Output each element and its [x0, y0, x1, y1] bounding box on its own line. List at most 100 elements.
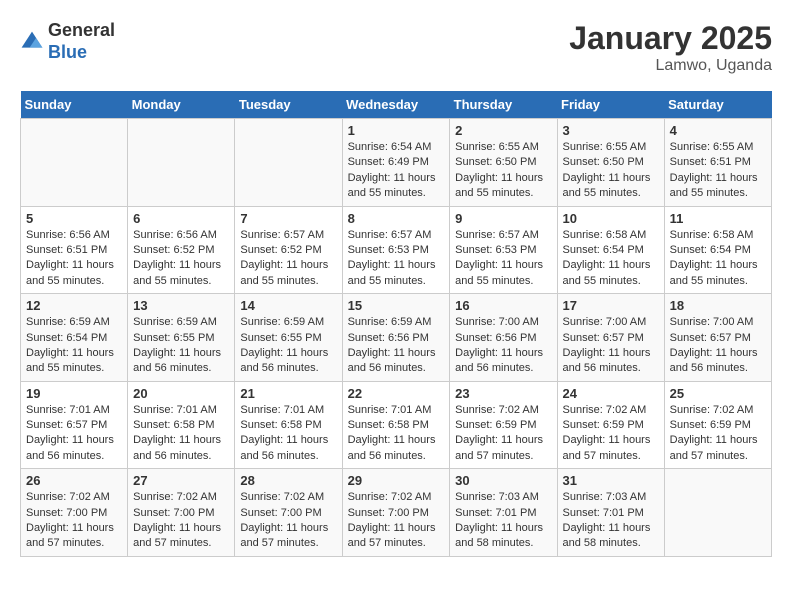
day-number: 16	[455, 298, 551, 313]
calendar-week-3: 12Sunrise: 6:59 AMSunset: 6:54 PMDayligh…	[21, 294, 772, 382]
calendar-cell: 7 Sunrise: 6:57 AMSunset: 6:52 PMDaylight…	[235, 206, 342, 294]
day-number: 4	[670, 123, 766, 138]
day-detail: Sunrise: 6:58 AMSunset: 6:54 PMDaylight:…	[670, 228, 766, 290]
calendar-cell: 9 Sunrise: 6:57 AMSunset: 6:53 PMDaylight…	[450, 206, 557, 294]
calendar-week-4: 19 Sunrise: 7:01 AMSunset: 6:57 PMDayligh…	[21, 381, 772, 469]
title-area: January 2025 Lamwo, Uganda	[569, 20, 772, 75]
day-detail: Sunrise: 7:01 AMSunset: 6:57 PMDaylight:…	[26, 403, 122, 465]
calendar-cell: 31 Sunrise: 7:03 AMSunset: 7:01 PMDayligh…	[557, 469, 664, 557]
day-detail: Sunrise: 7:00 AMSunset: 6:57 PMDaylight:…	[670, 315, 766, 377]
day-number: 10	[563, 211, 659, 226]
header-saturday: Saturday	[664, 91, 771, 119]
calendar-cell: 23 Sunrise: 7:02 AMSunset: 6:59 PMDayligh…	[450, 381, 557, 469]
day-detail: Sunrise: 7:02 AMSunset: 7:00 PMDaylight:…	[240, 490, 336, 552]
day-number: 7	[240, 211, 336, 226]
day-detail: Sunrise: 7:02 AMSunset: 7:00 PMDaylight:…	[26, 490, 122, 552]
day-number: 22	[348, 386, 445, 401]
day-number: 20	[133, 386, 229, 401]
day-number: 2	[455, 123, 551, 138]
day-number: 17	[563, 298, 659, 313]
day-detail: Sunrise: 6:55 AMSunset: 6:51 PMDaylight:…	[670, 140, 766, 202]
calendar-cell: 6 Sunrise: 6:56 AMSunset: 6:52 PMDaylight…	[128, 206, 235, 294]
day-number: 23	[455, 386, 551, 401]
day-number: 15	[348, 298, 445, 313]
calendar-cell: 5 Sunrise: 6:56 AMSunset: 6:51 PMDaylight…	[21, 206, 128, 294]
day-detail: Sunrise: 6:59 AMSunset: 6:56 PMDaylight:…	[348, 315, 445, 377]
day-detail: Sunrise: 6:57 AMSunset: 6:53 PMDaylight:…	[348, 228, 445, 290]
day-number: 11	[670, 211, 766, 226]
day-detail: Sunrise: 7:00 AMSunset: 6:56 PMDaylight:…	[455, 315, 551, 377]
calendar-cell: 29Sunrise: 7:02 AMSunset: 7:00 PMDayligh…	[342, 469, 450, 557]
header-wednesday: Wednesday	[342, 91, 450, 119]
day-number: 13	[133, 298, 229, 313]
calendar-cell: 3Sunrise: 6:55 AMSunset: 6:50 PMDaylight…	[557, 119, 664, 207]
calendar-header-row: SundayMondayTuesdayWednesdayThursdayFrid…	[21, 91, 772, 119]
calendar-cell: 13 Sunrise: 6:59 AMSunset: 6:55 PMDayligh…	[128, 294, 235, 382]
day-number: 21	[240, 386, 336, 401]
day-detail: Sunrise: 6:56 AMSunset: 6:51 PMDaylight:…	[26, 228, 122, 290]
day-number: 5	[26, 211, 122, 226]
day-detail: Sunrise: 6:57 AMSunset: 6:53 PMDaylight:…	[455, 228, 551, 290]
logo: General Blue	[20, 20, 115, 63]
header-friday: Friday	[557, 91, 664, 119]
day-number: 30	[455, 473, 551, 488]
day-number: 28	[240, 473, 336, 488]
calendar-cell: 20 Sunrise: 7:01 AMSunset: 6:58 PMDayligh…	[128, 381, 235, 469]
day-detail: Sunrise: 6:59 AMSunset: 6:55 PMDaylight:…	[240, 315, 336, 377]
calendar-cell: 27 Sunrise: 7:02 AMSunset: 7:00 PMDayligh…	[128, 469, 235, 557]
day-number: 9	[455, 211, 551, 226]
day-number: 31	[563, 473, 659, 488]
day-detail: Sunrise: 6:59 AMSunset: 6:54 PMDaylight:…	[26, 315, 122, 377]
calendar-cell: 15 Sunrise: 6:59 AMSunset: 6:56 PMDayligh…	[342, 294, 450, 382]
day-detail: Sunrise: 7:01 AMSunset: 6:58 PMDaylight:…	[348, 403, 445, 465]
header-monday: Monday	[128, 91, 235, 119]
calendar-cell	[21, 119, 128, 207]
day-number: 29	[348, 473, 445, 488]
calendar-cell: 28 Sunrise: 7:02 AMSunset: 7:00 PMDayligh…	[235, 469, 342, 557]
day-number: 6	[133, 211, 229, 226]
calendar-cell: 19 Sunrise: 7:01 AMSunset: 6:57 PMDayligh…	[21, 381, 128, 469]
day-detail: Sunrise: 7:00 AMSunset: 6:57 PMDaylight:…	[563, 315, 659, 377]
calendar-cell: 4 Sunrise: 6:55 AMSunset: 6:51 PMDaylight…	[664, 119, 771, 207]
day-number: 14	[240, 298, 336, 313]
day-detail: Sunrise: 7:02 AMSunset: 7:00 PMDaylight:…	[133, 490, 229, 552]
calendar-cell: 2 Sunrise: 6:55 AMSunset: 6:50 PMDaylight…	[450, 119, 557, 207]
day-detail: Sunrise: 6:59 AMSunset: 6:55 PMDaylight:…	[133, 315, 229, 377]
header-thursday: Thursday	[450, 91, 557, 119]
day-number: 19	[26, 386, 122, 401]
day-detail: Sunrise: 7:02 AMSunset: 6:59 PMDaylight:…	[563, 403, 659, 465]
day-detail: Sunrise: 7:01 AMSunset: 6:58 PMDaylight:…	[133, 403, 229, 465]
logo-blue: Blue	[48, 42, 115, 64]
calendar-cell: 22 Sunrise: 7:01 AMSunset: 6:58 PMDayligh…	[342, 381, 450, 469]
day-number: 25	[670, 386, 766, 401]
calendar-cell	[128, 119, 235, 207]
calendar-cell: 17 Sunrise: 7:00 AMSunset: 6:57 PMDayligh…	[557, 294, 664, 382]
day-detail: Sunrise: 6:55 AMSunset: 6:50 PMDaylight:…	[455, 140, 551, 202]
page-subtitle: Lamwo, Uganda	[569, 57, 772, 75]
day-detail: Sunrise: 7:03 AMSunset: 7:01 PMDaylight:…	[563, 490, 659, 552]
day-number: 8	[348, 211, 445, 226]
day-number: 26	[26, 473, 122, 488]
day-detail: Sunrise: 6:56 AMSunset: 6:52 PMDaylight:…	[133, 228, 229, 290]
day-number: 18	[670, 298, 766, 313]
day-detail: Sunrise: 7:03 AMSunset: 7:01 PMDaylight:…	[455, 490, 551, 552]
day-number: 27	[133, 473, 229, 488]
page-header: General Blue January 2025 Lamwo, Uganda	[20, 20, 772, 75]
calendar-cell: 16 Sunrise: 7:00 AMSunset: 6:56 PMDayligh…	[450, 294, 557, 382]
day-detail: Sunrise: 7:02 AMSunset: 6:59 PMDaylight:…	[670, 403, 766, 465]
calendar-cell: 8 Sunrise: 6:57 AMSunset: 6:53 PMDaylight…	[342, 206, 450, 294]
day-detail: Sunrise: 6:54 AMSunset: 6:49 PMDaylight:…	[348, 140, 445, 202]
day-detail: Sunrise: 7:02 AMSunset: 6:59 PMDaylight:…	[455, 403, 551, 465]
logo-icon	[20, 30, 44, 54]
calendar-cell: 26 Sunrise: 7:02 AMSunset: 7:00 PMDayligh…	[21, 469, 128, 557]
header-sunday: Sunday	[21, 91, 128, 119]
day-detail: Sunrise: 6:57 AMSunset: 6:52 PMDaylight:…	[240, 228, 336, 290]
page-title: January 2025	[569, 20, 772, 57]
calendar-cell: 14 Sunrise: 6:59 AMSunset: 6:55 PMDayligh…	[235, 294, 342, 382]
calendar-table: SundayMondayTuesdayWednesdayThursdayFrid…	[20, 91, 772, 557]
day-number: 24	[563, 386, 659, 401]
calendar-cell	[235, 119, 342, 207]
logo-text: General Blue	[48, 20, 115, 63]
calendar-cell: 30 Sunrise: 7:03 AMSunset: 7:01 PMDayligh…	[450, 469, 557, 557]
calendar-cell: 11 Sunrise: 6:58 AMSunset: 6:54 PMDayligh…	[664, 206, 771, 294]
